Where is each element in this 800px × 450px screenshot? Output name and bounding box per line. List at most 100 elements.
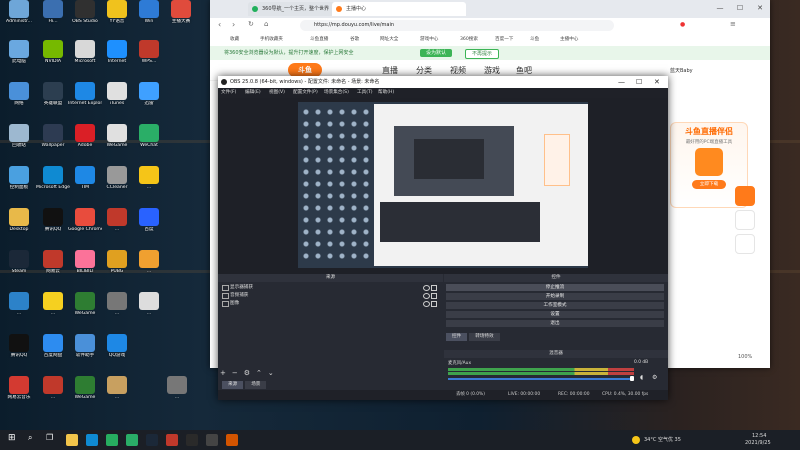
desktop-icon[interactable]: WeGame [68, 292, 102, 326]
desktop-icon[interactable]: 软件助手 [68, 334, 102, 368]
desktop-icon[interactable]: Adobe [68, 124, 102, 158]
lock-icon[interactable] [431, 293, 437, 299]
user-name[interactable]: 蓝天Baby [670, 67, 693, 74]
move-up-icon[interactable]: ⌃ [256, 369, 262, 377]
file-explorer-icon[interactable] [66, 434, 78, 446]
desktop-icon[interactable]: ... [2, 292, 36, 326]
preview-canvas[interactable] [298, 102, 588, 268]
desktop-icon[interactable]: PUBG [100, 250, 134, 284]
gear-icon[interactable]: ⚙ [652, 374, 657, 381]
download-button[interactable]: 立即下载 [692, 180, 726, 189]
desktop-icon[interactable]: WeGame [68, 376, 102, 410]
desktop-icon[interactable]: ... [132, 250, 166, 284]
home-icon[interactable]: ⌂ [264, 20, 268, 28]
desktop-icon[interactable]: ... [100, 376, 134, 410]
bookmark-item[interactable]: 谷歌 [350, 34, 359, 46]
desktop-icon[interactable]: TIM [68, 166, 102, 200]
bookmark-item[interactable]: 手机收藏夹 [260, 34, 283, 46]
desktop-icon[interactable]: ... [132, 166, 166, 200]
move-down-icon[interactable]: ⌄ [268, 369, 274, 377]
desktop-icon[interactable]: CCleaner [100, 166, 134, 200]
tab-scenes[interactable]: 场景 [245, 381, 267, 389]
back-icon[interactable]: ‹ [218, 20, 221, 29]
desktop-icon[interactable]: 此电脑 [2, 40, 36, 74]
source-item[interactable]: 显示器捕获 [220, 284, 440, 291]
source-item[interactable]: 音频捕获 [220, 292, 440, 299]
refresh-icon[interactable]: ↻ [248, 20, 254, 28]
volume-slider-handle[interactable] [630, 376, 634, 381]
url-input[interactable]: https://mp.douyu.com/live/main [300, 20, 614, 31]
obs-preview[interactable] [218, 98, 668, 274]
menu-scene-collection[interactable]: 场景集合(S) [324, 88, 349, 98]
forward-icon[interactable]: › [232, 20, 235, 29]
menu-tools[interactable]: 工具(T) [357, 88, 373, 98]
desktop-icon[interactable]: Google Chrome [68, 208, 102, 242]
desktop-icon[interactable]: 回收站 [2, 124, 36, 158]
desktop-icon[interactable]: 百度 [132, 208, 166, 242]
search-icon[interactable]: ⌕ [28, 433, 32, 443]
desktop-icon[interactable]: ... [160, 376, 194, 410]
menu-profile[interactable]: 配置文件(P) [293, 88, 318, 98]
desktop-icon[interactable]: 网络 [2, 82, 36, 116]
tab-transitions[interactable]: 转场特效 [469, 333, 500, 341]
desktop-icon[interactable]: OBS Studio [68, 0, 102, 34]
desktop-icon[interactable]: BILIBILI [68, 250, 102, 284]
obs-close-icon[interactable]: ✕ [654, 76, 660, 88]
desktop-icon[interactable]: Administr... [2, 0, 36, 34]
bookmark-item[interactable]: 斗鱼直播 [310, 34, 328, 46]
weather-text[interactable]: 34°C 空气优 35 [644, 437, 681, 443]
obs-maximize-icon[interactable]: ☐ [636, 76, 642, 88]
task-view-icon[interactable]: ❐ [46, 433, 53, 442]
desktop-icon[interactable]: ... [36, 376, 70, 410]
visibility-icon[interactable] [423, 285, 430, 291]
desktop-icon[interactable]: QQ游戏 [100, 334, 134, 368]
desktop-icon[interactable]: ... [100, 292, 134, 326]
side-home-icon[interactable] [735, 210, 755, 230]
source-item[interactable]: 图像 [220, 300, 440, 307]
bookmark-item[interactable]: 网址大全 [380, 34, 398, 46]
tab-sources[interactable]: 来源 [222, 381, 244, 389]
side-record-icon[interactable] [735, 186, 755, 206]
zoom-level[interactable]: 100% [738, 354, 752, 360]
start-recording-button[interactable]: 开始录制 [446, 293, 664, 300]
desktop-icon[interactable]: ... [132, 292, 166, 326]
app-icon[interactable] [126, 434, 138, 446]
app-icon[interactable] [226, 434, 238, 446]
desktop-icon[interactable]: 迅雷 [132, 82, 166, 116]
side-screen-icon[interactable] [735, 234, 755, 254]
desktop-icon[interactable]: 网易云 [36, 250, 70, 284]
desktop-icon[interactable]: Desktop [2, 208, 36, 242]
menu-edit[interactable]: 编辑(E) [245, 88, 261, 98]
desktop-icon[interactable]: 百度网盘 [36, 334, 70, 368]
nav-live[interactable]: 直播 [382, 65, 398, 76]
steam-icon[interactable] [146, 434, 158, 446]
remove-icon[interactable]: − [232, 369, 238, 377]
desktop-icon[interactable]: NVIDIA [36, 40, 70, 74]
menu-file[interactable]: 文件(F) [221, 88, 236, 98]
lock-icon[interactable] [431, 301, 437, 307]
add-icon[interactable]: + [220, 369, 226, 377]
desktop-icon[interactable]: 腾讯QQ [2, 334, 36, 368]
desktop-icon[interactable]: Hi... [36, 0, 70, 34]
windows-start-icon[interactable]: ⊞ [8, 433, 16, 443]
tab-controls[interactable]: 控件 [446, 333, 468, 341]
bookmark-item[interactable]: 百度一下 [495, 34, 513, 46]
desktop-icon[interactable]: 腾讯QQ [36, 208, 70, 242]
app-icon[interactable] [186, 434, 198, 446]
desktop-icon[interactable]: 网易云音乐 [2, 376, 36, 410]
obs-taskbar-icon[interactable] [206, 434, 218, 446]
clock-time[interactable]: 12:54 [752, 433, 766, 439]
visibility-icon[interactable] [423, 293, 430, 299]
desktop-icon[interactable]: Microsoft [68, 40, 102, 74]
desktop-icon[interactable]: WeChat [132, 124, 166, 158]
stop-streaming-button[interactable]: 停止推流 [446, 284, 664, 291]
bookmark-item[interactable]: 收藏 [230, 34, 239, 46]
maximize-icon[interactable]: ☐ [735, 3, 745, 13]
desktop-icon[interactable]: 主播大赛 [164, 0, 198, 34]
settings-button[interactable]: 设置 [446, 311, 664, 318]
clock-date[interactable]: 2021/9/25 [745, 440, 771, 446]
browser-360-icon[interactable] [106, 434, 118, 446]
desktop-icon[interactable]: 控制面板 [2, 166, 36, 200]
desktop-icon[interactable]: Internet Explorer [68, 82, 102, 116]
nav-video[interactable]: 视频 [450, 65, 466, 76]
